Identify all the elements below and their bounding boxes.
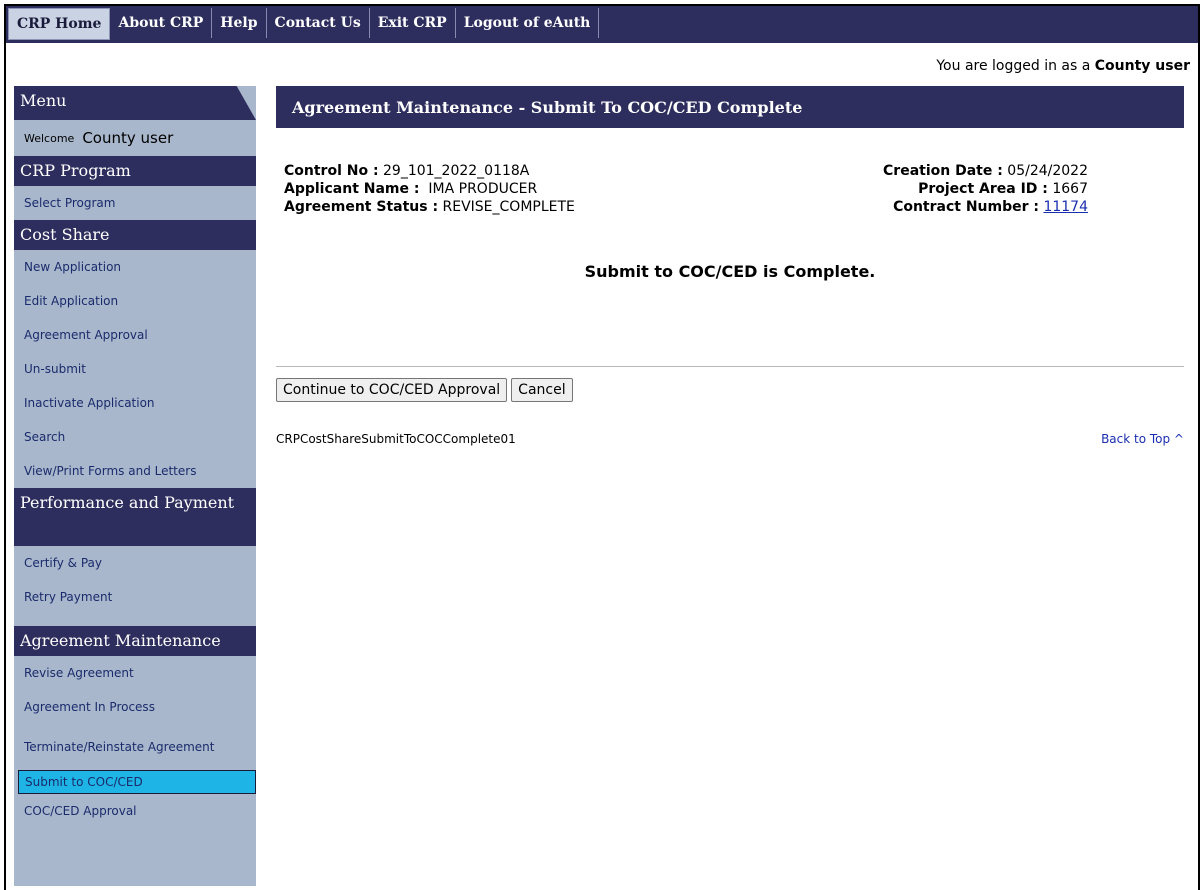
completion-message: Submit to COC/CED is Complete. (584, 262, 876, 281)
project-label: Project Area ID : (918, 181, 1048, 197)
button-row: Continue to COC/CED Approval Cancel (276, 378, 1184, 402)
tab-crp-home[interactable]: CRP Home (8, 8, 111, 40)
sidebar-item-agreement-in-process[interactable]: Agreement In Process (14, 690, 256, 724)
control-no-label: Control No : (284, 163, 379, 179)
contract-row: Contract Number : 11174 (883, 198, 1088, 216)
page-footer: CRPCostShareSubmitToCOCComplete01 Back t… (276, 432, 1184, 446)
sidebar-welcome: Welcome County user (14, 120, 256, 156)
sidebar-item-terminate-reinstate[interactable]: Terminate/Reinstate Agreement (14, 724, 256, 770)
welcome-name: County user (82, 129, 174, 147)
contract-number-link[interactable]: 11174 (1043, 199, 1088, 215)
divider (276, 366, 1184, 367)
top-nav: CRP Home About CRP Help Contact Us Exit … (6, 6, 1198, 43)
tab-about-crp[interactable]: About CRP (110, 8, 213, 38)
sidebar-section-crp-program: CRP Program (14, 156, 256, 186)
status-label: Agreement Status : (284, 199, 439, 215)
sidebar-item-view-print-forms[interactable]: View/Print Forms and Letters (14, 454, 256, 488)
sidebar-item-new-application[interactable]: New Application (14, 250, 256, 284)
tab-help[interactable]: Help (212, 8, 267, 38)
info-right: Creation Date : 05/24/2022 Project Area … (883, 162, 1088, 216)
sidebar-section-performance: Performance and Payment (14, 488, 256, 546)
status-value: REVISE_COMPLETE (442, 199, 575, 215)
sidebar-section-cost-share: Cost Share (14, 220, 256, 250)
tab-exit-crp[interactable]: Exit CRP (370, 8, 456, 38)
creation-label: Creation Date : (883, 163, 1003, 179)
sidebar-item-coc-ced-approval[interactable]: COC/CED Approval (14, 794, 256, 828)
cancel-button[interactable]: Cancel (511, 378, 573, 402)
tab-logout[interactable]: Logout of eAuth (456, 8, 600, 38)
project-row: Project Area ID : 1667 (883, 180, 1088, 198)
back-to-top-link[interactable]: Back to Top ^ (1101, 432, 1184, 446)
creation-row: Creation Date : 05/24/2022 (883, 162, 1088, 180)
sidebar-item-agreement-approval[interactable]: Agreement Approval (14, 318, 256, 352)
page-id: CRPCostShareSubmitToCOCComplete01 (276, 432, 516, 446)
applicant-row: Applicant Name : IMA PRODUCER (284, 180, 575, 198)
login-user: County user (1094, 58, 1190, 74)
creation-value: 05/24/2022 (1007, 163, 1088, 179)
sidebar-item-edit-application[interactable]: Edit Application (14, 284, 256, 318)
login-status: You are logged in as a County user (936, 58, 1190, 74)
sidebar-item-retry-payment[interactable]: Retry Payment (14, 580, 256, 614)
main-content: Agreement Maintenance - Submit To COC/CE… (276, 86, 1184, 446)
sidebar-item-submit-to-coc[interactable]: Submit to COC/CED (18, 770, 256, 794)
applicant-value: IMA PRODUCER (428, 181, 538, 197)
control-no-row: Control No : 29_101_2022_0118A (284, 162, 575, 180)
status-row: Agreement Status : REVISE_COMPLETE (284, 198, 575, 216)
tab-contact-us[interactable]: Contact Us (267, 8, 370, 38)
login-prefix: You are logged in as a (936, 58, 1091, 74)
info-left: Control No : 29_101_2022_0118A Applicant… (284, 162, 575, 216)
project-value: 1667 (1052, 181, 1088, 197)
welcome-label: Welcome (24, 131, 75, 145)
sidebar-item-certify-pay[interactable]: Certify & Pay (14, 546, 256, 580)
sidebar-menu-title: Menu (14, 86, 256, 120)
continue-approval-button[interactable]: Continue to COC/CED Approval (276, 378, 508, 402)
sidebar-item-select-program[interactable]: Select Program (14, 186, 256, 220)
sidebar-item-revise-agreement[interactable]: Revise Agreement (14, 656, 256, 690)
sidebar-item-inactivate-application[interactable]: Inactivate Application (14, 386, 256, 420)
sidebar-item-search[interactable]: Search (14, 420, 256, 454)
sidebar-section-agreement-maintenance: Agreement Maintenance (14, 626, 256, 656)
applicant-label: Applicant Name : (284, 181, 420, 197)
page-title: Agreement Maintenance - Submit To COC/CE… (276, 86, 1184, 128)
agreement-info: Control No : 29_101_2022_0118A Applicant… (276, 128, 1184, 248)
control-no-value: 29_101_2022_0118A (383, 163, 530, 179)
contract-label: Contract Number : (893, 199, 1039, 215)
sidebar: Menu Welcome County user CRP Program Sel… (14, 86, 256, 886)
sidebar-item-un-submit[interactable]: Un-submit (14, 352, 256, 386)
